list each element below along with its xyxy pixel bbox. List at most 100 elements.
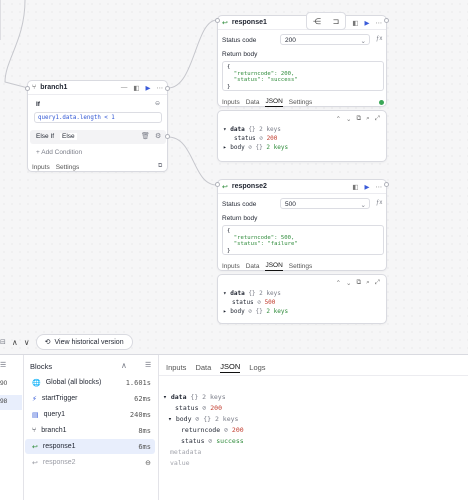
maximize-icon[interactable]: ⤢ (375, 115, 380, 123)
maximize-icon[interactable]: ⤢ (375, 279, 380, 287)
tab-settings[interactable]: Settings (56, 164, 80, 171)
response-icon: ↩ (32, 443, 38, 451)
else-output-port[interactable] (165, 134, 170, 139)
success-indicator (379, 100, 384, 105)
response1-node[interactable]: ↩ response1 ◧ ▶ ⋯ Status code 200 ⌄ ƒx Re… (217, 15, 387, 107)
list-icon[interactable]: ☰ (0, 361, 6, 369)
tab-logs[interactable]: Logs (249, 363, 265, 372)
return-body-editor[interactable]: { "returncode": 200, "status": "success"… (222, 61, 384, 91)
collapse-icon[interactable]: ⌃ (336, 115, 341, 123)
status-code-label: Status code (222, 37, 257, 44)
status-code-select[interactable]: 200 ⌄ (280, 34, 370, 45)
copy-icon[interactable]: ⧉ (357, 279, 362, 287)
input-port[interactable] (25, 86, 30, 91)
tab-data[interactable]: Data (246, 263, 260, 270)
if-output-port[interactable] (165, 86, 170, 91)
chevron-down-icon[interactable]: ∨ (24, 338, 30, 347)
run-icon[interactable]: ▶ (365, 183, 370, 191)
metadata-key: metadata (170, 448, 202, 456)
condition-input[interactable]: query1.data.length < 1 (34, 112, 162, 123)
remove-icon[interactable]: ⊖ (155, 100, 160, 107)
copy-icon[interactable]: ◧ (352, 19, 358, 27)
copy-icon[interactable]: ◧ (133, 84, 139, 92)
list-view-icon[interactable]: ☰ (145, 361, 151, 369)
status-code-select[interactable]: 500 ⌄ (280, 198, 370, 209)
node-toolbar: ⋲ ⊐ (306, 12, 346, 30)
status-code-label: Status code (222, 201, 257, 208)
run-icon[interactable]: ▶ (146, 84, 151, 92)
response-icon: ↩ (222, 183, 228, 191)
trash-icon[interactable]: 🗑 (141, 132, 150, 140)
collapse-icon[interactable]: ⌃ (336, 279, 341, 287)
blocks-title: Blocks (30, 362, 53, 371)
copy-icon[interactable]: ⧉ (357, 115, 362, 123)
menu-icon[interactable]: ⋯ (376, 183, 383, 191)
run-details-panel: ☰ 90 98 Blocks ∧ ☰ 🌐 Global (all blocks)… (0, 354, 468, 500)
expand-icon[interactable]: ⧉ (158, 163, 162, 170)
else-if-tab[interactable]: Else If (36, 133, 54, 140)
search-icon[interactable]: ⌕ (366, 115, 370, 123)
tab-inputs[interactable]: Inputs (32, 164, 50, 171)
trigger-icon: ⚡ (32, 395, 37, 403)
value-key: value (170, 459, 190, 467)
tab-inputs[interactable]: Inputs (222, 263, 240, 270)
block-item-response2[interactable]: ↩ response2 ⊖ (25, 455, 155, 470)
copy-icon[interactable]: ◧ (352, 183, 358, 191)
skipped-icon: ⊖ (145, 459, 151, 467)
expand-icon[interactable]: ⌄ (346, 279, 351, 287)
grid-icon[interactable]: ⊟ (0, 338, 6, 346)
branch-icon: ⑂ (32, 427, 37, 434)
node-title: response2 (231, 183, 267, 190)
output-port[interactable] (384, 182, 389, 187)
tab-settings[interactable]: Settings (289, 263, 313, 270)
share-icon[interactable]: ⋲ (313, 17, 321, 26)
layout-icon[interactable]: ⊐ (332, 17, 339, 26)
globe-icon: 🌐 (32, 379, 41, 387)
return-body-editor[interactable]: { "returncode": 500, "status": "failure"… (222, 225, 384, 255)
tab-inputs[interactable]: Inputs (166, 363, 186, 372)
menu-icon[interactable]: ⋯ (157, 84, 164, 92)
search-icon[interactable]: ⌕ (366, 279, 370, 287)
if-label: If (36, 101, 40, 108)
return-body-label: Return body (222, 215, 258, 222)
block-item-query1[interactable]: ▤ query1 240ms (25, 407, 155, 422)
gutter-value: 98 (0, 398, 8, 405)
chevron-up-icon[interactable]: ∧ (12, 338, 18, 347)
response1-output: ⌃ ⌄ ⧉ ⌕ ⤢ ▾ data {} 2 keys status ⊘ 200 … (217, 110, 387, 162)
tab-settings[interactable]: Settings (289, 99, 313, 106)
view-historical-button[interactable]: ⟲ View historical version (35, 334, 133, 350)
input-port[interactable] (215, 182, 220, 187)
branch-icon: ⑂ (32, 84, 37, 91)
response-icon: ↩ (222, 19, 228, 27)
expand-icon[interactable]: ⌄ (346, 115, 351, 123)
block-item-response1[interactable]: ↩ response1 6ms (25, 439, 155, 454)
tab-data[interactable]: Data (195, 363, 211, 372)
response2-node[interactable]: ↩ response2 ◧ ▶ ⋯ Status code 500 ⌄ ƒx Re… (217, 179, 387, 271)
tab-json[interactable]: JSON (220, 362, 241, 373)
branch-node[interactable]: ⑂ branch1 — ◧ ▶ ⋯ If ⊖ query1.data.lengt… (27, 80, 168, 172)
response-icon: ↩ (32, 459, 38, 467)
run-icon[interactable]: ▶ (365, 19, 370, 27)
node-title: branch1 (40, 84, 68, 91)
output-port[interactable] (384, 18, 389, 23)
function-icon[interactable]: ƒx (376, 36, 382, 42)
tab-json[interactable]: JSON (265, 98, 283, 107)
block-item-branch1[interactable]: ⑂ branch1 8ms (25, 423, 155, 438)
tab-inputs[interactable]: Inputs (222, 99, 240, 106)
response2-output: ⌃ ⌄ ⧉ ⌕ ⤢ ▾ data {} 2 keys status ⊘ 500 … (217, 274, 387, 324)
menu-icon[interactable]: ⋯ (376, 19, 383, 27)
block-item-starttrigger[interactable]: ⚡ startTrigger 62ms (25, 391, 155, 406)
settings-icon[interactable]: ⚙ (155, 132, 161, 140)
gutter-value: 90 (0, 380, 8, 387)
collapse-icon[interactable]: ∧ (121, 361, 127, 370)
database-icon: ▤ (32, 411, 39, 419)
more-icon[interactable]: — (121, 84, 128, 91)
add-condition-button[interactable]: + Add Condition (36, 149, 82, 156)
function-icon[interactable]: ƒx (376, 200, 382, 206)
else-tab[interactable]: Else (60, 133, 77, 140)
history-icon: ⟲ (44, 339, 51, 346)
input-port[interactable] (215, 18, 220, 23)
block-item-global[interactable]: 🌐 Global (all blocks) 1.601s (25, 375, 155, 390)
tab-json[interactable]: JSON (265, 262, 283, 271)
tab-data[interactable]: Data (246, 99, 260, 106)
